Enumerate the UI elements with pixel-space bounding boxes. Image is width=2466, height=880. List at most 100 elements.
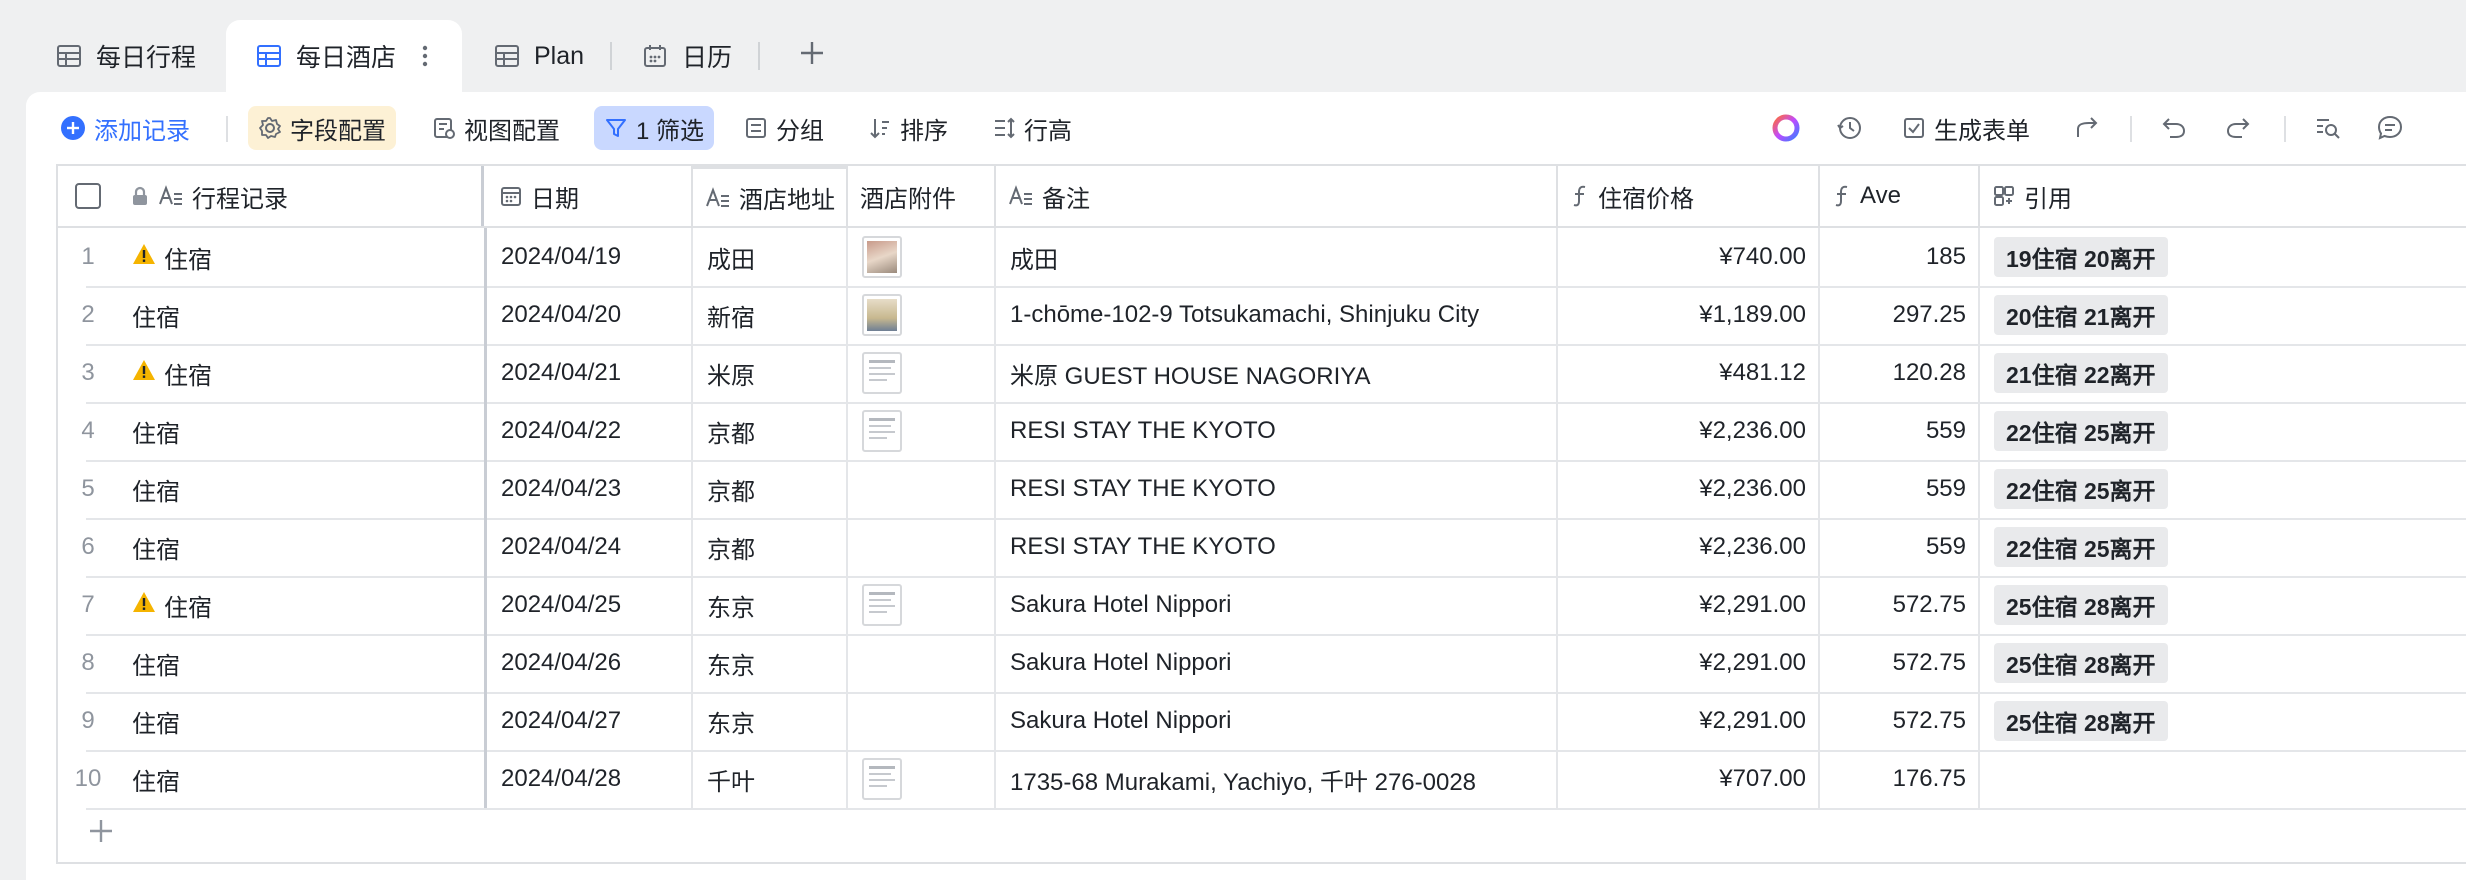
attachment-thumbnail[interactable] xyxy=(862,294,902,336)
row-number[interactable]: 5 xyxy=(58,460,118,518)
cell-reference[interactable]: 20住宿 21离开 xyxy=(1980,286,2466,344)
cell-note[interactable]: 1-chōme-102-9 Totsukamachi, Shinjuku Cit… xyxy=(996,286,1558,344)
row-number[interactable]: 10 xyxy=(58,750,118,808)
cell-reference[interactable]: 25住宿 28离开 xyxy=(1980,634,2466,692)
cell-date[interactable]: 2024/04/26 xyxy=(487,634,693,692)
cell-reference[interactable]: 21住宿 22离开 xyxy=(1980,344,2466,402)
cell-note[interactable]: RESI STAY THE KYOTO xyxy=(996,460,1558,518)
table-row[interactable]: 5 住宿 2024/04/23 京都 RESI STAY THE KYOTO ¥2,236… xyxy=(58,460,2466,520)
cell-price[interactable]: ¥2,291.00 xyxy=(1558,576,1820,634)
cell-attachment[interactable] xyxy=(848,286,996,344)
cell-date[interactable]: 2024/04/21 xyxy=(487,344,693,402)
attachment-thumbnail[interactable] xyxy=(862,758,902,800)
table-row[interactable]: 9 住宿 2024/04/27 东京 Sakura Hotel Nippori ¥2,29… xyxy=(58,692,2466,752)
table-row[interactable]: 8 住宿 2024/04/26 东京 Sakura Hotel Nippori ¥2,29… xyxy=(58,634,2466,694)
cell-ave[interactable]: 572.75 xyxy=(1820,692,1980,750)
add-record-button[interactable]: 添加记录 xyxy=(50,106,200,150)
tab-daily-hotel[interactable]: 每日酒店 xyxy=(226,20,462,92)
cell-hotel-address[interactable]: 成田 xyxy=(693,228,848,286)
cell-ave[interactable]: 559 xyxy=(1820,518,1980,576)
cell-date[interactable]: 2024/04/19 xyxy=(487,228,693,286)
table-row[interactable]: 10 住宿 2024/04/28 千叶 1735-68 Murakami, Yachiy… xyxy=(58,750,2466,810)
search-records-icon[interactable] xyxy=(2310,110,2346,146)
row-number[interactable]: 7 xyxy=(58,576,118,634)
cell-record[interactable]: 住宿 xyxy=(118,692,487,750)
table-row[interactable]: 2 住宿 2024/04/20 新宿 1-chōme-102-9 Totsukamach… xyxy=(58,286,2466,346)
redo-icon[interactable] xyxy=(2220,110,2256,146)
generate-form-button[interactable]: 生成表单 xyxy=(1892,106,2040,150)
group-button[interactable]: 分组 xyxy=(734,106,834,150)
cell-note[interactable]: 成田 xyxy=(996,228,1558,286)
attachment-thumbnail[interactable] xyxy=(862,410,902,452)
cell-note[interactable]: RESI STAY THE KYOTO xyxy=(996,402,1558,460)
tab-daily-itinerary[interactable]: 每日行程 xyxy=(56,20,196,92)
cell-record[interactable]: 住宿 xyxy=(118,344,487,402)
more-vertical-icon[interactable] xyxy=(422,45,428,67)
cell-note[interactable]: 1735-68 Murakami, Yachiyo, 千叶 276-0028 xyxy=(996,750,1558,808)
cell-date[interactable]: 2024/04/28 xyxy=(487,750,693,808)
cell-hotel-address[interactable]: 米原 xyxy=(693,344,848,402)
column-header-price[interactable]: 住宿价格 xyxy=(1558,166,1820,226)
column-header-date[interactable]: 日期 xyxy=(487,166,693,226)
column-header-hotel-address[interactable]: 酒店地址 xyxy=(693,166,848,226)
ai-assistant-icon[interactable] xyxy=(1768,110,1804,146)
table-row[interactable]: 7 住宿 2024/04/25 东京 Sakura Hotel Nippori ¥2,29… xyxy=(58,576,2466,636)
cell-hotel-address[interactable]: 京都 xyxy=(693,402,848,460)
cell-hotel-address[interactable]: 东京 xyxy=(693,692,848,750)
cell-reference[interactable]: 22住宿 25离开 xyxy=(1980,402,2466,460)
cell-ave[interactable]: 185 xyxy=(1820,228,1980,286)
cell-reference[interactable] xyxy=(1980,750,2466,808)
comment-icon[interactable] xyxy=(2372,110,2408,146)
cell-hotel-address[interactable]: 东京 xyxy=(693,634,848,692)
add-row-button[interactable] xyxy=(86,816,126,856)
cell-record[interactable]: 住宿 xyxy=(118,750,487,808)
cell-hotel-address[interactable]: 新宿 xyxy=(693,286,848,344)
table-row[interactable]: 1 住宿 2024/04/19 成田 成田 ¥740.00 185 19住宿 20离开 xyxy=(58,228,2466,288)
cell-price[interactable]: ¥740.00 xyxy=(1558,228,1820,286)
cell-ave[interactable]: 572.75 xyxy=(1820,576,1980,634)
cell-price[interactable]: ¥1,189.00 xyxy=(1558,286,1820,344)
cell-record[interactable]: 住宿 xyxy=(118,518,487,576)
cell-price[interactable]: ¥707.00 xyxy=(1558,750,1820,808)
cell-date[interactable]: 2024/04/27 xyxy=(487,692,693,750)
cell-record[interactable]: 住宿 xyxy=(118,634,487,692)
cell-date[interactable]: 2024/04/25 xyxy=(487,576,693,634)
view-config-button[interactable]: 视图配置 xyxy=(422,106,570,150)
column-header-note[interactable]: 备注 xyxy=(996,166,1558,226)
cell-attachment[interactable] xyxy=(848,228,996,286)
row-height-button[interactable]: 行高 xyxy=(982,106,1082,150)
cell-ave[interactable]: 559 xyxy=(1820,402,1980,460)
cell-note[interactable]: Sakura Hotel Nippori xyxy=(996,634,1558,692)
cell-hotel-address[interactable]: 千叶 xyxy=(693,750,848,808)
undo-icon[interactable] xyxy=(2156,110,2192,146)
cell-attachment[interactable] xyxy=(848,518,996,576)
cell-ave[interactable]: 572.75 xyxy=(1820,634,1980,692)
cell-record[interactable]: 住宿 xyxy=(118,228,487,286)
cell-ave[interactable]: 559 xyxy=(1820,460,1980,518)
field-config-button[interactable]: 字段配置 xyxy=(248,106,396,150)
tab-calendar[interactable]: 日历 xyxy=(642,20,732,92)
cell-reference[interactable]: 22住宿 25离开 xyxy=(1980,518,2466,576)
cell-note[interactable]: 米原 GUEST HOUSE NAGORIYA xyxy=(996,344,1558,402)
cell-price[interactable]: ¥481.12 xyxy=(1558,344,1820,402)
cell-price[interactable]: ¥2,236.00 xyxy=(1558,402,1820,460)
cell-date[interactable]: 2024/04/20 xyxy=(487,286,693,344)
cell-ave[interactable]: 297.25 xyxy=(1820,286,1980,344)
cell-hotel-address[interactable]: 京都 xyxy=(693,518,848,576)
sort-button[interactable]: 排序 xyxy=(858,106,958,150)
cell-note[interactable]: Sakura Hotel Nippori xyxy=(996,576,1558,634)
cell-attachment[interactable] xyxy=(848,634,996,692)
row-number[interactable]: 2 xyxy=(58,286,118,344)
attachment-thumbnail[interactable] xyxy=(862,352,902,394)
tab-plan[interactable]: Plan xyxy=(494,20,584,92)
cell-reference[interactable]: 22住宿 25离开 xyxy=(1980,460,2466,518)
share-icon[interactable] xyxy=(2070,110,2106,146)
select-all-checkbox[interactable] xyxy=(58,166,118,226)
cell-record[interactable]: 住宿 xyxy=(118,286,487,344)
cell-attachment[interactable] xyxy=(848,692,996,750)
attachment-thumbnail[interactable] xyxy=(862,236,902,278)
cell-hotel-address[interactable]: 东京 xyxy=(693,576,848,634)
row-number[interactable]: 4 xyxy=(58,402,118,460)
cell-hotel-address[interactable]: 京都 xyxy=(693,460,848,518)
cell-date[interactable]: 2024/04/22 xyxy=(487,402,693,460)
